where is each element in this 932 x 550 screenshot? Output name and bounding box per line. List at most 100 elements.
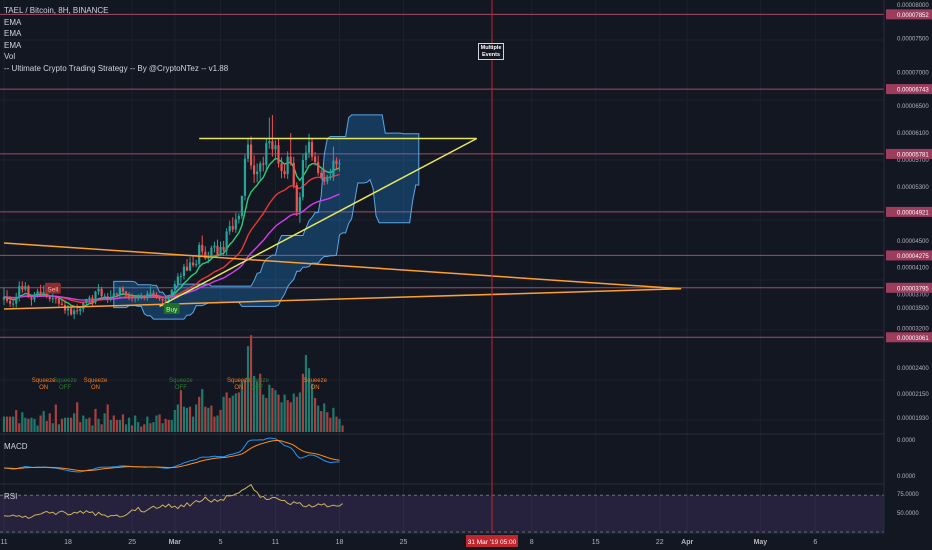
candle-body (127, 295, 131, 297)
candle-body (124, 291, 128, 296)
candle-body (36, 291, 39, 295)
price-tick-label: 0.00003700 (897, 293, 929, 299)
volume-bar (262, 394, 265, 432)
volume-bar (320, 411, 323, 432)
crosshair-time-label: 31 Mar '19 05:00 (468, 539, 517, 546)
level-tag-label: 0.00006743 (897, 88, 929, 94)
candle-body (24, 286, 27, 290)
candle-body (259, 163, 262, 172)
candle-body (256, 171, 259, 175)
volume-bar (161, 423, 164, 432)
volume-bar (57, 424, 60, 432)
volume-bar (73, 413, 76, 432)
volume-bar (176, 404, 179, 432)
volume-bar (292, 393, 295, 432)
candle-body (109, 297, 112, 299)
volume-bar (140, 426, 143, 432)
price-chart[interactable]: SellBuy SqueezeONSqueezeOFFSqueezeONSque… (0, 0, 932, 550)
candle-body (76, 310, 79, 312)
volume-bar (158, 414, 161, 432)
macd-label[interactable]: MACD (4, 442, 28, 451)
squeeze-text-2: OFF (251, 385, 263, 391)
price-tick-label: 0.00006500 (897, 104, 929, 110)
candle-body (54, 298, 57, 300)
volume-bar (280, 402, 283, 432)
macd-signal-line (3, 439, 340, 472)
legend-ema-1[interactable]: EMA (4, 17, 228, 29)
candle-body (176, 276, 179, 285)
volume-bar (15, 410, 18, 432)
legend-strategy[interactable]: -- Ultimate Crypto Trading Strategy -- B… (4, 63, 228, 75)
volume-bar (21, 412, 24, 432)
squeeze-text-2: ON (39, 385, 48, 391)
candle-body (2, 296, 6, 300)
macd-tick-label: 0.0000 (897, 438, 916, 444)
rsi-label[interactable]: RSI (4, 492, 17, 501)
candle-body (182, 266, 186, 276)
candle-body (115, 293, 118, 295)
candle-body (70, 308, 73, 315)
legend-ema-3[interactable]: EMA (4, 40, 228, 52)
volume-bar (12, 416, 15, 432)
price-tick-label: 0.00004500 (897, 239, 929, 245)
squeeze-text-1: Squeeze (53, 378, 77, 384)
volume-bar (228, 397, 231, 432)
volume-bar (94, 408, 97, 432)
volume-bar (332, 407, 335, 432)
volume-bar (36, 425, 39, 432)
candle-body (94, 291, 97, 303)
candle-body (146, 293, 149, 299)
volume-bar (195, 404, 198, 432)
candle-body (27, 286, 30, 298)
candle-body (106, 296, 109, 298)
volume-bar (124, 424, 128, 432)
volume-bar (274, 390, 277, 432)
volume-bar (109, 419, 112, 432)
volume-bar (338, 418, 341, 432)
candle-body (210, 247, 213, 257)
volume-bar (66, 417, 70, 432)
candle-body (198, 244, 201, 264)
volume-bar (265, 397, 268, 432)
volume-bar (231, 395, 234, 432)
candle-body (143, 295, 146, 299)
candle-body (216, 245, 219, 256)
volume-bar (192, 416, 195, 432)
legend-vol[interactable]: Vol (4, 51, 228, 63)
volume-bar (9, 416, 12, 432)
volume-bar (121, 414, 125, 432)
volume-bar (30, 417, 33, 432)
price-tick-label: 0.00007500 (897, 37, 929, 43)
volume-bar (329, 417, 332, 432)
legend-symbol[interactable]: TAEL / Bitcoin, 8H, BINANCE (4, 5, 228, 17)
candle-body (164, 300, 167, 302)
signal-label: Buy (166, 307, 178, 314)
candle-body (131, 296, 134, 299)
time-tick-label: 25 (400, 539, 408, 546)
multiple-events-badge[interactable]: Multiple Events (478, 43, 504, 60)
squeeze-text-1: Squeeze (84, 378, 108, 384)
candle-body (195, 263, 198, 266)
volume-bar (48, 413, 51, 432)
rsi-tick-label: 75.0000 (897, 492, 919, 498)
legend-ema-2[interactable]: EMA (4, 28, 228, 40)
volume-bar (70, 417, 73, 432)
signal-sell: Sell (44, 282, 61, 294)
candle-body (310, 141, 314, 157)
candle-body (231, 226, 234, 230)
volume-bar (134, 415, 137, 432)
volume-bar (164, 418, 167, 432)
volume-bar (225, 392, 228, 432)
level-tag-label: 0.00004921 (897, 210, 929, 216)
candle-body (39, 291, 42, 296)
volume-tick-label: 0.00002400 (897, 366, 929, 372)
volume-bar (54, 404, 57, 432)
candle-body (161, 298, 164, 301)
price-tick-label: 0.00007000 (897, 70, 929, 76)
price-tick-label: 0.00003500 (897, 306, 929, 312)
volume-bar (167, 419, 170, 432)
price-tick-label: 0.00003200 (897, 326, 929, 332)
candle-body (9, 300, 12, 304)
candle-body (268, 141, 271, 144)
volume-bar (170, 419, 173, 432)
